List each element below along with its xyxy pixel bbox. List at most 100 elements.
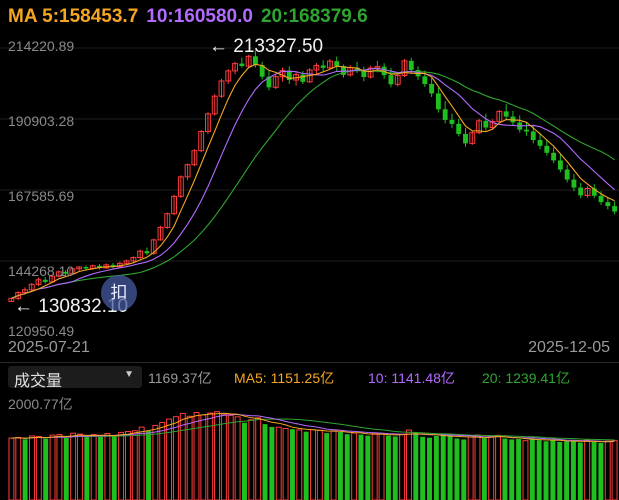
volume-bar-up [522,440,529,500]
ma10-value: 10:160580.0 [146,6,253,27]
volume-bar-down [509,439,515,500]
candle-down [429,83,435,94]
volume-bar-down [447,435,453,500]
volume-bar-up [179,412,186,500]
volume-bar-up [29,435,35,500]
volume-bar-down [84,437,90,500]
volume-bar-up [351,432,358,500]
volume-chart[interactable] [0,390,619,500]
candle-down [605,202,611,207]
candle-down [320,65,326,68]
volume-bar-up [371,432,378,500]
volume-bar-down [385,435,391,500]
start-date-label: 2025-07-21 [8,339,90,356]
candle-down [557,160,563,170]
volume-bar-down [344,434,350,500]
volume-bar-up [275,426,282,500]
volume-bar-down [289,429,295,500]
candle-down [42,279,48,282]
candle-down [435,93,441,110]
volume-bar-up [467,436,474,500]
indicator-selector-label: 成交量 [14,373,63,390]
volume-bar-up [138,426,145,500]
volume-bar-up [234,416,241,500]
volume-bar-up [118,431,125,500]
candle-down [571,179,577,188]
candle-down [524,129,529,132]
y-tick-label: 120950.49 [8,323,75,339]
volume-bar-up [35,435,42,500]
volume-bar-up [76,433,83,500]
candle-down [442,109,448,120]
volume-bar-up [70,432,77,500]
volume-bar-up [166,418,173,500]
volume-bar-down [324,433,330,500]
volume-bar-up [584,439,591,500]
volume-bar-up [159,421,166,500]
candle-down [578,187,584,196]
volume-bar-up [604,440,611,500]
volume-bar-down [433,436,439,500]
volume-bar-up [131,430,138,500]
volume-bar-down [440,434,446,500]
y-tick-label: 214220.89 [8,38,75,54]
volume-bar-down [63,437,69,500]
volume-bar-up [399,433,406,500]
volume-bar-down [420,436,426,500]
candle-down [456,123,462,134]
volume-bar-up [330,430,337,500]
high-price-value: 213327.50 [233,36,324,57]
volume-bar-up [152,424,159,500]
candle-down [564,169,570,180]
volume-bar-down [536,440,542,500]
volume-bar-up [282,428,289,500]
ma20-value: 20:168379.6 [260,6,368,27]
volume-bar-down [529,438,535,500]
candle-down [388,75,394,85]
volume-bar-up [296,429,303,500]
volume-bar-up [227,414,234,500]
volume-bar-down [111,436,117,500]
panel-divider [0,362,619,363]
candle-down [537,140,543,146]
volume-bar-up [405,429,412,500]
volume-bar-up [220,413,227,500]
ma10-line [11,67,615,299]
candle-down [408,60,414,70]
end-date-label: 2025-12-05 [528,339,610,356]
candle-down [422,76,428,84]
volume-bar-down [598,442,604,500]
moving-average-header: MA 5:158453.7 10:160580.0 20:168379.6 [8,6,376,28]
candle-down [483,120,489,128]
volume-bar-up [488,436,495,500]
volume-bar-down [241,422,247,500]
volume-bar-down [146,431,151,500]
volume-bar-down [543,441,549,500]
current-volume: 1169.37亿 [148,370,212,386]
volume-bar-up [193,412,200,500]
volume-bar-down [269,426,275,500]
deduction-badge-icon[interactable]: 扣 [101,275,137,311]
candle-down [598,195,604,203]
candle-down [503,111,509,117]
volume-bar-down [557,441,563,500]
volume-bar-up [104,432,111,500]
volume-bar-down [303,431,309,500]
indicator-selector[interactable]: 成交量 ▼ [8,366,142,390]
ma5-line [11,63,615,299]
volume-bar-up [49,434,56,500]
candle-down [83,266,89,269]
volume-bar-down [337,431,343,500]
volume-bar-down [516,439,522,500]
candle-down [544,145,550,153]
volume-bar-up [611,439,618,500]
volume-bar-up [310,429,316,500]
volume-bar-down [427,437,432,500]
volume-bar-down [358,434,364,500]
volume-bar-up [124,430,131,500]
candle-down [463,133,468,144]
high-price-annotation: ← 213327.50 [209,36,324,57]
volume-header: 成交量 ▼ 1169.37亿 MA5: 1151.25亿 10: 1141.48… [0,364,619,390]
caret-down-icon: ▼ [124,369,134,380]
ma5-value: MA 5:158453.7 [8,6,139,27]
